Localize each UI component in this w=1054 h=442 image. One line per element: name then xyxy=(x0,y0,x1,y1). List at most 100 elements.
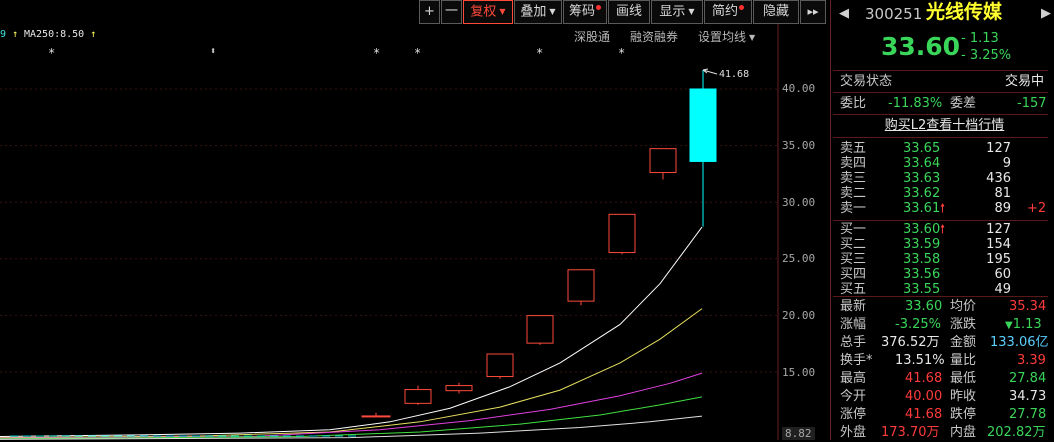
buy-volume: 154 xyxy=(986,237,1011,252)
candle-body[interactable] xyxy=(567,269,595,302)
buy-volume: 195 xyxy=(986,252,1011,267)
buy-row[interactable]: 买三 33.58 195 xyxy=(835,252,1054,267)
expand-arrows-button[interactable]: ▸▸ xyxy=(800,0,826,24)
buy-row[interactable]: 买一 33.60 🠕 127 xyxy=(835,222,1054,237)
candle-body[interactable] xyxy=(649,148,677,174)
xianshi-dropdown[interactable]: 显示 ▼ xyxy=(651,0,703,24)
zuixin-value: 33.60 xyxy=(905,299,943,314)
next-stock-button[interactable]: ▶ xyxy=(1041,5,1051,23)
rongzi-link[interactable]: 融资融券 xyxy=(630,28,678,45)
dieting-value: 27.78 xyxy=(1009,407,1047,422)
sell-row[interactable]: 卖二 33.62 81 xyxy=(835,186,1054,201)
zhangdie-label: 涨跌 xyxy=(950,317,977,332)
weici-value: -157 xyxy=(1017,96,1047,111)
candle-body[interactable] xyxy=(689,88,717,162)
up-arrow-icon: 🠕 xyxy=(940,201,946,215)
price-axis-label: 30.00 xyxy=(782,196,816,209)
zongshou-label: 总手 xyxy=(840,335,867,350)
up-arrow-icon: 🠕 xyxy=(940,222,946,236)
notification-dot-icon xyxy=(596,5,601,10)
buy-price: 33.60 xyxy=(903,222,941,237)
candle-body[interactable] xyxy=(404,389,432,404)
zuidi-value: 27.84 xyxy=(1009,371,1047,386)
ma250-label: MA250:8.50 ↑ xyxy=(24,29,97,40)
sell-change: +2 xyxy=(1027,201,1047,216)
high-pointer-icon xyxy=(702,68,718,75)
sell-row[interactable]: 卖三 33.63 436 xyxy=(835,171,1054,186)
chevron-down-icon: ▼ xyxy=(688,7,695,16)
sell-level-label: 卖五 xyxy=(840,141,867,156)
ma-prefix-label: 9 ↑ xyxy=(0,29,19,40)
zuoshou-label: 昨收 xyxy=(950,389,977,404)
shengutong-link[interactable]: 深股通 xyxy=(574,28,610,45)
zoom-in-button[interactable]: + xyxy=(419,0,440,24)
kline-chart-area[interactable]: 41.68 + 一 复权 ▼ 叠加 ▼ 筹码 画线 显示 ▼ 简约 隐藏 ▸▸ 9 ↑… xyxy=(0,0,828,440)
ma-line xyxy=(0,308,703,439)
event-marker-icon[interactable]: ⬍ xyxy=(210,46,216,57)
notification-dot-icon xyxy=(739,5,744,10)
zuigao-value: 41.68 xyxy=(905,371,943,386)
buy-price: 33.58 xyxy=(903,252,941,267)
event-marker-icon[interactable]: * xyxy=(48,46,55,60)
weibi-label: 委比 xyxy=(840,96,867,111)
yincang-button[interactable]: 隐藏 xyxy=(753,0,799,24)
waipan-value: 173.70万 xyxy=(881,425,940,440)
zhangting-value: 41.68 xyxy=(905,407,943,422)
jine-value: 133.06亿 xyxy=(990,335,1049,350)
fuquan-dropdown[interactable]: 复权 ▼ xyxy=(463,0,513,24)
high-annotation: 41.68 xyxy=(719,69,749,80)
price-axis-label: 15.00 xyxy=(782,366,816,379)
event-marker-icon[interactable]: * xyxy=(414,46,421,60)
sell-row[interactable]: 卖四 33.64 9 xyxy=(835,156,1054,171)
weici-label: 委差 xyxy=(950,96,977,111)
junxian-dropdown[interactable]: 设置均线 ▼ xyxy=(698,28,755,45)
event-marker-icon[interactable]: * xyxy=(536,46,543,60)
huaxian-button[interactable]: 画线 xyxy=(608,0,650,24)
up-arrow-icon: ↑ xyxy=(90,29,97,40)
zoom-out-button[interactable]: 一 xyxy=(441,0,462,24)
chevron-down-icon: ▼ xyxy=(499,7,506,16)
stock-code: 300251 xyxy=(865,5,923,23)
diejia-label: 叠加 xyxy=(520,4,547,20)
price-axis-label: 40.00 xyxy=(782,82,816,95)
sell-row[interactable]: 卖五 33.65 127 xyxy=(835,141,1054,156)
jine-label: 金额 xyxy=(950,335,977,350)
price-axis-label: 8.82 xyxy=(782,427,815,440)
chevron-down-icon: ▼ xyxy=(549,7,556,16)
candle-body[interactable] xyxy=(486,353,514,378)
chouma-label: 筹码 xyxy=(568,4,595,19)
candle-body[interactable] xyxy=(361,415,391,418)
up-arrow-icon: ↑ xyxy=(12,29,19,40)
huanshou-value: 13.51% xyxy=(895,353,945,368)
buy-price: 33.59 xyxy=(903,237,941,252)
waipan-label: 外盘 xyxy=(840,425,867,440)
l2-upgrade-link[interactable]: 购买L2查看十档行情 xyxy=(885,118,1005,133)
candle-body[interactable] xyxy=(445,385,473,392)
trade-status-value: 交易中 xyxy=(1005,74,1045,89)
sell-level-label: 卖四 xyxy=(840,156,867,171)
prev-stock-button[interactable]: ◀ xyxy=(839,5,849,23)
kline-chart-svg[interactable]: 41.68 xyxy=(0,0,828,440)
price-axis-label: 25.00 xyxy=(782,252,816,265)
event-marker-icon[interactable]: * xyxy=(618,46,625,60)
sell-row[interactable]: 卖一 33.61 🠕 89 +2 xyxy=(835,201,1054,216)
sell-volume: 436 xyxy=(986,171,1011,186)
buy-price: 33.55 xyxy=(903,282,941,297)
candle-body[interactable] xyxy=(608,213,636,254)
buy-row[interactable]: 买五 33.55 49 xyxy=(835,282,1054,297)
jianyue-button[interactable]: 简约 xyxy=(704,0,752,24)
candle-body[interactable] xyxy=(526,315,554,344)
zuidi-label: 最低 xyxy=(950,371,977,386)
ma-line xyxy=(0,372,703,439)
neipan-label: 内盘 xyxy=(950,425,977,440)
neipan-value: 202.82万 xyxy=(987,425,1046,440)
quote-panel: ◀ 300251 光线传媒 ▶ 33.60 - 1.13 - 3.25% 交易状… xyxy=(830,0,1054,440)
chouma-button[interactable]: 筹码 xyxy=(563,0,607,24)
diejia-dropdown[interactable]: 叠加 ▼ xyxy=(514,0,562,24)
sell-price: 33.64 xyxy=(903,156,941,171)
sell-level-label: 卖二 xyxy=(840,186,867,201)
event-marker-icon[interactable]: * xyxy=(373,46,380,60)
buy-level-label: 买二 xyxy=(840,237,867,252)
buy-row[interactable]: 买二 33.59 154 xyxy=(835,237,1054,252)
buy-row[interactable]: 买四 33.56 60 xyxy=(835,267,1054,282)
